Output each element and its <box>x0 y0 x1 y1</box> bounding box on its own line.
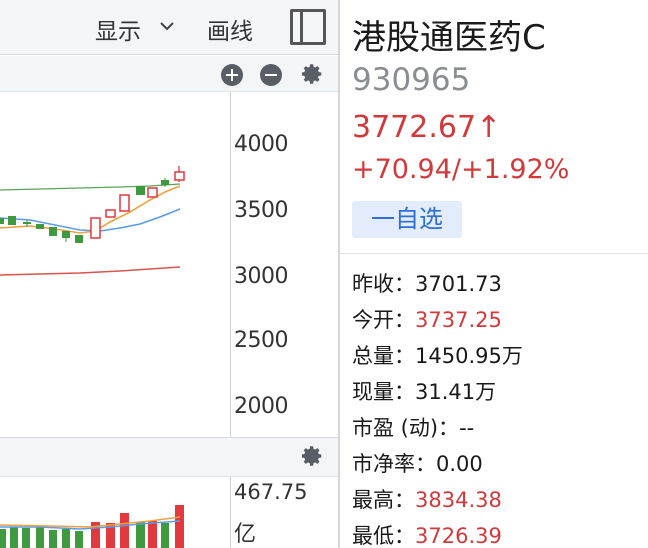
chart-toolbar: 显示 画线 <box>0 0 338 55</box>
price-axis-tick: 3500 <box>234 198 289 223</box>
stat-label: 最低： <box>352 524 415 548</box>
stat-prev-close: 昨收：3701.73 <box>352 268 502 298</box>
quote-separator <box>340 253 648 254</box>
candlestick-chart[interactable] <box>0 92 230 436</box>
stat-high: 最高：3834.38 <box>352 484 502 514</box>
candles <box>0 166 185 243</box>
draw-line-button[interactable]: 画线 <box>207 12 253 46</box>
stat-pe-dynamic: 市盈 (动)：-- <box>352 412 474 442</box>
chevron-down-icon[interactable] <box>160 19 174 33</box>
zoom-in-icon[interactable] <box>221 64 243 86</box>
price-axis-tick: 2000 <box>234 394 289 419</box>
zoom-out-icon[interactable] <box>260 64 282 86</box>
stat-value: 31.41万 <box>415 380 497 404</box>
stat-low: 最低：3726.39 <box>352 520 502 548</box>
quote-pane: 港股通医药C 930965 3772.67↑ +70.94/+1.92% 一自选… <box>340 0 648 548</box>
chart-settings-gear-icon[interactable] <box>300 62 324 86</box>
stat-value: 3726.39 <box>415 524 502 548</box>
stat-label: 市净率： <box>352 452 436 476</box>
stat-label: 市盈 (动)： <box>352 416 460 440</box>
stat-total-volume: 总量：1450.95万 <box>352 340 523 370</box>
stat-label: 最高： <box>352 488 415 512</box>
volume-axis-max: 467.75 <box>234 480 308 504</box>
volume-axis-line <box>230 477 231 548</box>
price-axis-tick: 2500 <box>234 328 289 353</box>
last-price: 3772.67↑ <box>352 110 502 145</box>
stat-current-volume: 现量：31.41万 <box>352 376 496 406</box>
stat-value: 3701.73 <box>415 272 502 296</box>
stat-value: 1450.95万 <box>415 344 523 368</box>
price-axis-line <box>230 92 231 437</box>
stat-value: 3737.25 <box>415 308 502 332</box>
security-name: 港股通医药C <box>352 18 546 58</box>
stat-label: 今开： <box>352 308 415 332</box>
stat-label: 昨收： <box>352 272 415 296</box>
stat-value: 0.00 <box>436 452 483 476</box>
price-change: +70.94/+1.92% <box>352 154 570 185</box>
remove-watchlist-button[interactable]: 一自选 <box>352 201 462 238</box>
stat-label: 总量： <box>352 344 415 368</box>
volume-header <box>0 437 338 477</box>
stat-value: 3834.38 <box>415 488 502 512</box>
volume-chart[interactable] <box>0 477 230 548</box>
chart-header <box>0 56 338 92</box>
stat-label: 现量： <box>352 380 415 404</box>
stat-pb: 市净率：0.00 <box>352 448 483 478</box>
stat-open: 今开：3737.25 <box>352 304 502 334</box>
ma-line-red <box>0 266 181 276</box>
price-axis-tick: 3000 <box>234 264 289 289</box>
display-menu-button[interactable]: 显示 <box>95 12 141 46</box>
stat-value: -- <box>459 416 475 440</box>
chart-pane: 显示 画线 4000 3500 3000 2500 2000 467.75 亿 <box>0 0 338 548</box>
price-axis-tick: 4000 <box>234 132 289 157</box>
panel-layout-icon[interactable] <box>290 9 326 45</box>
security-code: 930965 <box>352 62 471 98</box>
volume-axis-unit: 亿 <box>234 522 257 547</box>
volume-settings-gear-icon[interactable] <box>300 444 324 468</box>
